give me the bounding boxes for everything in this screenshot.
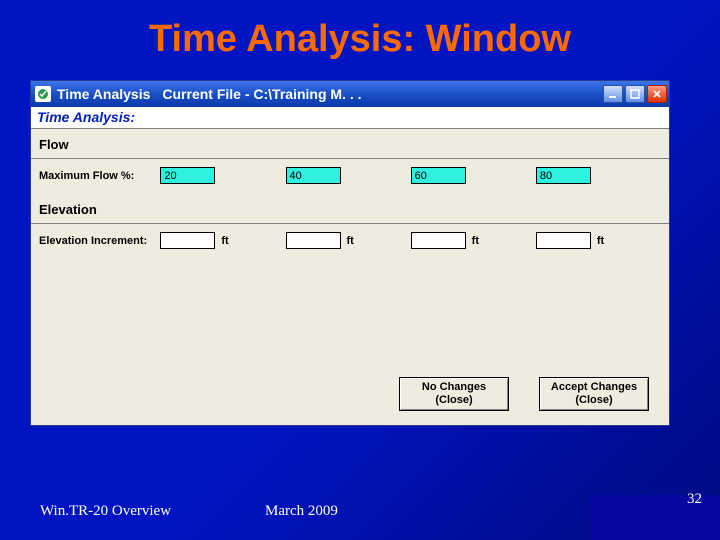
- footer-left: Win.TR-20 Overview: [40, 503, 171, 520]
- accept-changes-button[interactable]: Accept Changes (Close): [539, 377, 649, 411]
- flow-label: Maximum Flow %:: [39, 170, 160, 182]
- elevation-unit-1: ft: [221, 235, 228, 247]
- close-button[interactable]: [647, 85, 667, 103]
- maximize-button[interactable]: [625, 85, 645, 103]
- close-icon: [652, 89, 662, 99]
- subheader-text: Time Analysis:: [37, 109, 135, 125]
- elevation-unit-2: ft: [347, 235, 354, 247]
- flow-input-4[interactable]: 80: [536, 167, 591, 184]
- page-number: 32: [687, 491, 702, 508]
- elevation-label: Elevation Increment:: [39, 235, 160, 247]
- no-changes-label-2: (Close): [435, 394, 472, 407]
- elevation-section-heading: Elevation: [31, 194, 669, 224]
- accept-label-1: Accept Changes: [551, 381, 637, 394]
- no-changes-button[interactable]: No Changes (Close): [399, 377, 509, 411]
- titlebar-app-name: Time Analysis: [57, 86, 150, 102]
- panel-subheader: Time Analysis:: [31, 107, 669, 129]
- dialog-button-row: No Changes (Close) Accept Changes (Close…: [31, 369, 669, 425]
- minimize-button[interactable]: [603, 85, 623, 103]
- flow-section-heading: Flow: [31, 129, 669, 159]
- elevation-unit-4: ft: [597, 235, 604, 247]
- elevation-input-2[interactable]: [286, 232, 341, 249]
- dialog-window: Time Analysis Current File - C:\Training…: [30, 80, 670, 426]
- flow-input-3[interactable]: 60: [411, 167, 466, 184]
- flow-input-2[interactable]: 40: [286, 167, 341, 184]
- footer-date: March 2009: [265, 503, 338, 520]
- flow-row: Maximum Flow %: 20 40 60 80: [31, 159, 669, 194]
- app-icon: [35, 86, 51, 102]
- panel-body: Flow Maximum Flow %: 20 40 60 80 Elevati…: [31, 129, 669, 425]
- maximize-icon: [630, 89, 640, 99]
- titlebar-file-label: Current File - C:\Training M. . .: [162, 86, 361, 102]
- panel-spacer: [31, 259, 669, 369]
- no-changes-label-1: No Changes: [422, 381, 486, 394]
- accept-label-2: (Close): [575, 394, 612, 407]
- slide-title: Time Analysis: Window: [0, 18, 720, 61]
- elevation-unit-3: ft: [472, 235, 479, 247]
- elevation-input-3[interactable]: [411, 232, 466, 249]
- elevation-input-4[interactable]: [536, 232, 591, 249]
- flow-input-1[interactable]: 20: [160, 167, 215, 184]
- elevation-input-1[interactable]: [160, 232, 215, 249]
- minimize-icon: [608, 89, 618, 99]
- window-controls: [603, 85, 667, 103]
- elevation-row: Elevation Increment: ft ft ft ft: [31, 224, 669, 259]
- titlebar[interactable]: Time Analysis Current File - C:\Training…: [31, 81, 669, 107]
